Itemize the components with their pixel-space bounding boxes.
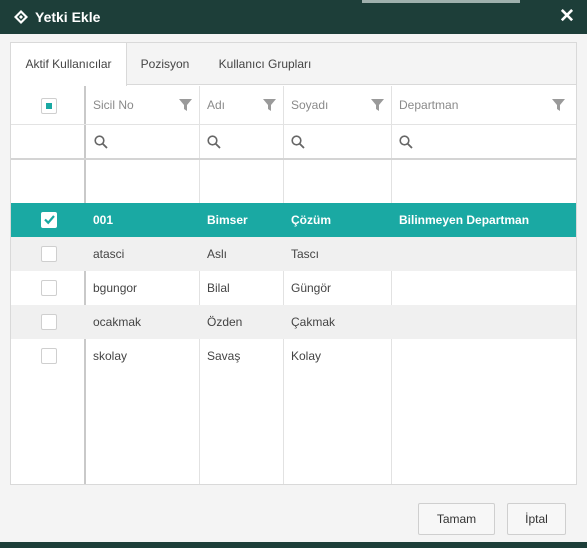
cell-soyadi: Çakmak: [291, 315, 336, 329]
row-checkbox[interactable]: [41, 246, 57, 262]
cell-sicil-no: atasci: [93, 247, 125, 261]
window-bottom-edge: [0, 542, 587, 548]
diamond-icon: [14, 10, 28, 24]
row-checkbox[interactable]: [41, 280, 57, 296]
tab-aktif-kullanicilar[interactable]: Aktif Kullanıcılar: [11, 43, 127, 86]
header-soyadi[interactable]: Soyadı: [291, 86, 328, 125]
cell-sicil-no: skolay: [93, 349, 128, 363]
cell-soyadi: Kolay: [291, 349, 322, 363]
cell-soyadi: Tascı: [291, 247, 320, 261]
cell-sicil-no: ocakmak: [93, 315, 142, 329]
cell-soyadi: Güngör: [291, 281, 332, 295]
cell-soyadi: Çözüm: [291, 213, 331, 227]
cell-sicil-no: bgungor: [93, 281, 138, 295]
grid-header-row: Sicil No Adı Soyadı Departman: [11, 86, 576, 125]
checkmark-icon: [44, 215, 55, 225]
ok-button[interactable]: Tamam: [418, 503, 495, 535]
tab-strip: Aktif Kullanıcılar Pozisyon Kullanıcı Gr…: [11, 43, 576, 86]
table-row[interactable]: skolay Savaş Kolay: [11, 339, 576, 373]
grid-filter-row: [11, 125, 576, 160]
tab-pozisyon[interactable]: Pozisyon: [132, 43, 198, 85]
window-title: Yetki Ekle: [35, 9, 101, 25]
search-icon[interactable]: [207, 135, 221, 149]
cell-adi: Özden: [207, 315, 243, 329]
cell-adi: Savaş: [207, 349, 241, 363]
header-sicil-no[interactable]: Sicil No: [93, 86, 134, 125]
close-button[interactable]: ✕: [556, 6, 578, 28]
tab-kullanici-gruplari[interactable]: Kullanıcı Grupları: [211, 43, 319, 85]
table-row[interactable]: bgungor Bilal Güngör: [11, 271, 576, 305]
search-icon[interactable]: [94, 135, 108, 149]
users-grid: Sicil No Adı Soyadı Departman 001 Bimser…: [11, 86, 576, 484]
row-checkbox[interactable]: [41, 348, 57, 364]
cell-adi: Bilal: [207, 281, 230, 295]
row-checkbox[interactable]: [41, 212, 57, 228]
cell-departman: Bilinmeyen Departman: [399, 213, 530, 227]
funnel-icon[interactable]: [371, 99, 384, 111]
search-icon[interactable]: [399, 135, 413, 149]
cell-adi: Bimser: [207, 213, 248, 227]
search-icon[interactable]: [291, 135, 305, 149]
header-adi[interactable]: Adı: [207, 86, 225, 125]
cancel-button[interactable]: İptal: [507, 503, 566, 535]
header-departman[interactable]: Departman: [399, 86, 458, 125]
titlebar-background-window: [362, 0, 520, 3]
title-bar: Yetki Ekle ✕: [0, 0, 587, 34]
row-checkbox[interactable]: [41, 314, 57, 330]
select-all-checkbox[interactable]: [41, 98, 57, 114]
funnel-icon[interactable]: [263, 99, 276, 111]
funnel-icon[interactable]: [179, 99, 192, 111]
tab-panel: Aktif Kullanıcılar Pozisyon Kullanıcı Gr…: [10, 42, 577, 485]
table-row[interactable]: atasci Aslı Tascı: [11, 237, 576, 271]
funnel-icon[interactable]: [552, 99, 565, 111]
table-row[interactable]: ocakmak Özden Çakmak: [11, 305, 576, 339]
cell-adi: Aslı: [207, 247, 228, 261]
table-row[interactable]: 001 Bimser Çözüm Bilinmeyen Departman: [11, 203, 576, 237]
cell-sicil-no: 001: [93, 213, 114, 227]
dialog-body: Aktif Kullanıcılar Pozisyon Kullanıcı Gr…: [0, 34, 587, 542]
indeterminate-mark: [46, 103, 52, 109]
